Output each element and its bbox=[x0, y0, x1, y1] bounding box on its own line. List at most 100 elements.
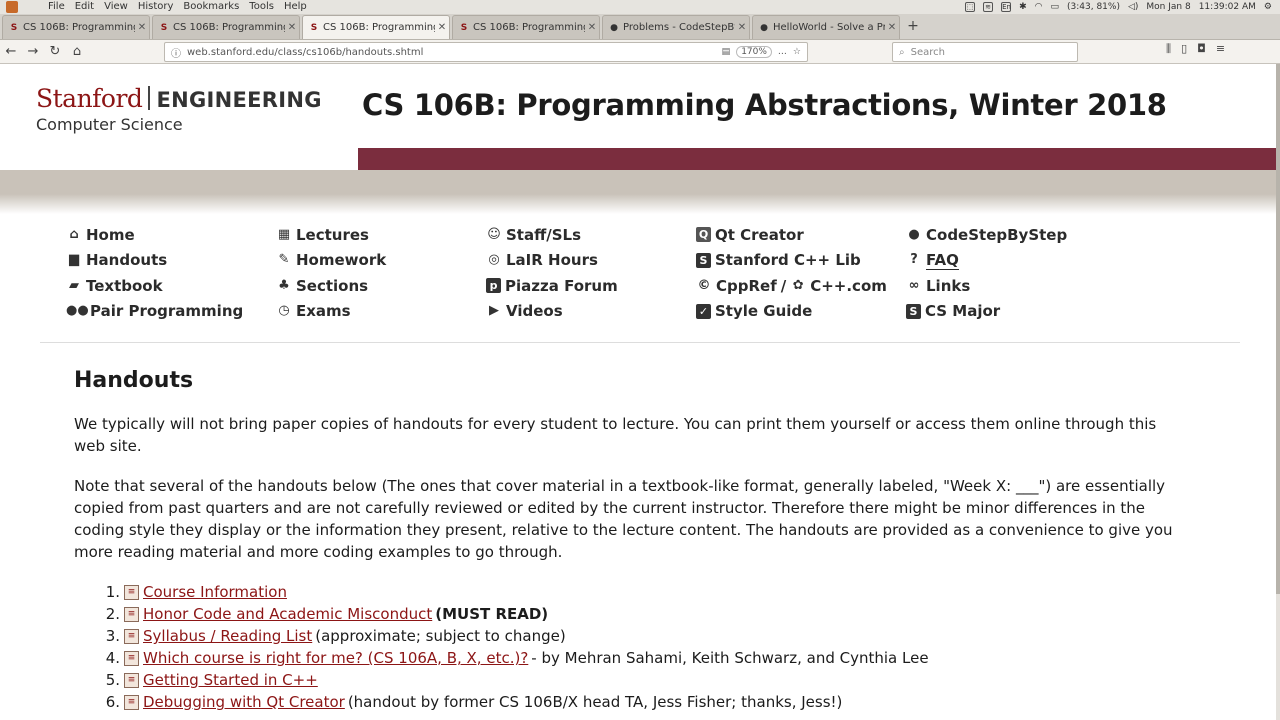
url-bar[interactable]: ⓘ web.stanford.edu/class/cs106b/handouts… bbox=[164, 42, 808, 62]
search-input[interactable]: ⌕ Search bbox=[892, 42, 1078, 62]
nav-link-pair-programming[interactable]: ●● Pair Programming bbox=[66, 299, 243, 325]
nav-link-style-guide[interactable]: ✓ Style Guide bbox=[696, 299, 887, 325]
nav-link-cppref[interactable]: © CppRef / ✿ C++.com bbox=[696, 273, 887, 299]
nav-link-handouts[interactable]: ▆ Handouts bbox=[66, 248, 243, 274]
firefox-app-icon[interactable] bbox=[6, 1, 18, 13]
nav-link-label: Handouts bbox=[86, 251, 168, 270]
home-button[interactable]: ⌂ bbox=[66, 41, 88, 63]
reload-button[interactable]: ↻ bbox=[44, 41, 66, 63]
nav-link-exams[interactable]: ◷ Exams bbox=[276, 299, 386, 325]
handout-link[interactable]: Debugging with Qt Creator bbox=[143, 691, 345, 713]
tab-close-icon[interactable]: ✕ bbox=[135, 22, 149, 33]
tab-cs106b-2[interactable]: S CS 106B: Programming A ✕ bbox=[152, 15, 300, 39]
bluetooth-icon[interactable]: ✱ bbox=[1019, 2, 1027, 12]
nav-link-lectures[interactable]: ▦ Lectures bbox=[276, 222, 386, 248]
stanford-favicon-icon: S bbox=[310, 22, 318, 33]
tab-label: CS 106B: Programming A bbox=[323, 22, 435, 33]
new-tab-button[interactable]: + bbox=[902, 15, 924, 39]
date-label[interactable]: Mon Jan 8 bbox=[1146, 2, 1190, 12]
tab-cs106b-active[interactable]: S CS 106B: Programming A ✕ bbox=[302, 15, 450, 39]
tab-close-icon[interactable]: ✕ bbox=[885, 22, 899, 33]
clock-label[interactable]: 11:39:02 AM bbox=[1199, 2, 1256, 12]
list-number: 4. bbox=[105, 649, 120, 667]
sidebar-icon[interactable]: ▯ bbox=[1181, 42, 1187, 56]
tab-label: CS 106B: Programming A bbox=[173, 22, 285, 33]
tab-close-icon[interactable]: ✕ bbox=[285, 22, 299, 33]
pocket-icon[interactable]: ◘ bbox=[1197, 42, 1206, 56]
document-icon: ≡ bbox=[124, 694, 139, 710]
nav-link-faq[interactable]: ? FAQ bbox=[906, 248, 1067, 274]
logo-engineering-text: ENGINEERING bbox=[156, 88, 322, 112]
menu-view[interactable]: View bbox=[104, 0, 128, 14]
language-indicator[interactable]: En bbox=[1001, 2, 1012, 12]
nav-column-4: Q Qt Creator S Stanford C++ Lib © CppRef / ✿ C… bbox=[696, 222, 887, 324]
document-icon: ≡ bbox=[124, 650, 139, 666]
network-icon[interactable]: ≋ bbox=[983, 2, 994, 12]
nav-link-sections[interactable]: ♣ Sections bbox=[276, 273, 386, 299]
footprints-icon: ● bbox=[908, 226, 920, 242]
tab-label: Problems - CodeStepByS bbox=[623, 22, 735, 33]
battery-icon[interactable]: ▭ bbox=[1050, 2, 1059, 12]
nav-link-lair-hours[interactable]: ◎ LaIR Hours bbox=[486, 248, 618, 274]
lifebuoy-icon: ◎ bbox=[488, 252, 500, 268]
tab-close-icon[interactable]: ✕ bbox=[735, 22, 749, 33]
nav-link-label: Lectures bbox=[296, 225, 369, 244]
cplusplus-label[interactable]: C++.com bbox=[810, 277, 887, 295]
nav-link-label: FAQ bbox=[926, 250, 959, 270]
menu-help[interactable]: Help bbox=[284, 0, 307, 14]
nav-link-home[interactable]: ⌂ Home bbox=[66, 222, 243, 248]
note-paragraph: Note that several of the handouts below … bbox=[74, 477, 1173, 561]
menu-history[interactable]: History bbox=[138, 0, 174, 14]
cppref-label[interactable]: CppRef bbox=[716, 277, 777, 295]
back-button[interactable]: ← bbox=[0, 41, 22, 63]
dropbox-icon[interactable]: ⬚ bbox=[965, 2, 976, 12]
page-scrollbar[interactable] bbox=[1276, 64, 1280, 720]
library-icon[interactable]: ⫼ bbox=[1166, 42, 1171, 56]
stanford-engineering-logo[interactable]: Stanford ENGINEERING Computer Science bbox=[36, 84, 322, 134]
cppref-icon: © bbox=[697, 277, 711, 293]
scrollbar-thumb[interactable] bbox=[1276, 64, 1280, 594]
page-actions-icon[interactable]: … bbox=[778, 47, 787, 57]
tab-cs106b-1[interactable]: S CS 106B: Programming A ✕ bbox=[2, 15, 150, 39]
nav-link-piazza[interactable]: p Piazza Forum bbox=[486, 273, 618, 299]
nav-link-staff[interactable]: ☺ Staff/SLs bbox=[486, 222, 618, 248]
handout-link[interactable]: Honor Code and Academic Misconduct bbox=[143, 603, 432, 625]
app-menu-bar: File Edit View History Bookmarks Tools H… bbox=[48, 0, 307, 14]
menu-file[interactable]: File bbox=[48, 0, 65, 14]
tab-close-icon[interactable]: ✕ bbox=[435, 22, 449, 33]
document-icon: ≡ bbox=[124, 584, 139, 600]
volume-icon[interactable]: ◁) bbox=[1128, 2, 1138, 12]
reader-view-icon[interactable]: ▤ bbox=[722, 47, 731, 57]
nav-link-homework[interactable]: ✎ Homework bbox=[276, 248, 387, 274]
zoom-level-indicator[interactable]: 170% bbox=[736, 46, 772, 58]
tab-cs106b-4[interactable]: S CS 106B: Programming A ✕ bbox=[452, 15, 600, 39]
codestepbystep-favicon-icon: ● bbox=[760, 22, 768, 33]
site-info-icon[interactable]: ⓘ bbox=[171, 45, 181, 60]
nav-link-cs-major[interactable]: S CS Major bbox=[906, 299, 1067, 325]
nav-link-textbook[interactable]: ▰ Textbook bbox=[66, 273, 243, 299]
wifi-icon[interactable]: ◠ bbox=[1035, 2, 1043, 12]
clock-icon: ◷ bbox=[278, 303, 290, 319]
handout-link[interactable]: Which course is right for me? (CS 106A, … bbox=[143, 647, 528, 669]
menu-bookmarks[interactable]: Bookmarks bbox=[183, 0, 239, 14]
tab-helloworld[interactable]: ● HelloWorld - Solve a Pro ✕ bbox=[752, 15, 900, 39]
battery-status[interactable]: (3:43, 81%) bbox=[1067, 2, 1120, 12]
menu-tools[interactable]: Tools bbox=[249, 0, 274, 14]
forward-button[interactable]: → bbox=[22, 41, 44, 63]
bookmark-star-icon[interactable]: ☆ bbox=[793, 47, 801, 57]
nav-link-label: LaIR Hours bbox=[506, 251, 598, 270]
nav-link-stanford-cpp-lib[interactable]: S Stanford C++ Lib bbox=[696, 248, 887, 274]
url-text[interactable]: web.stanford.edu/class/cs106b/handouts.s… bbox=[187, 47, 722, 58]
nav-link-videos[interactable]: ▶ Videos bbox=[486, 299, 618, 325]
tab-codestepbystep-problems[interactable]: ● Problems - CodeStepByS ✕ bbox=[602, 15, 750, 39]
menu-edit[interactable]: Edit bbox=[75, 0, 94, 14]
handout-link[interactable]: Syllabus / Reading List bbox=[143, 625, 312, 647]
handout-link[interactable]: Getting Started in C++ bbox=[143, 669, 318, 691]
nav-link-qt-creator[interactable]: Q Qt Creator bbox=[696, 222, 887, 248]
nav-link-codestepbystep[interactable]: ● CodeStepByStep bbox=[906, 222, 1067, 248]
handout-link[interactable]: Course Information bbox=[143, 581, 287, 603]
nav-link-links[interactable]: ∞ Links bbox=[906, 273, 1067, 299]
settings-gear-icon[interactable]: ⚙ bbox=[1264, 2, 1272, 12]
tab-close-icon[interactable]: ✕ bbox=[585, 22, 599, 33]
hamburger-menu-icon[interactable]: ≡ bbox=[1216, 42, 1225, 56]
